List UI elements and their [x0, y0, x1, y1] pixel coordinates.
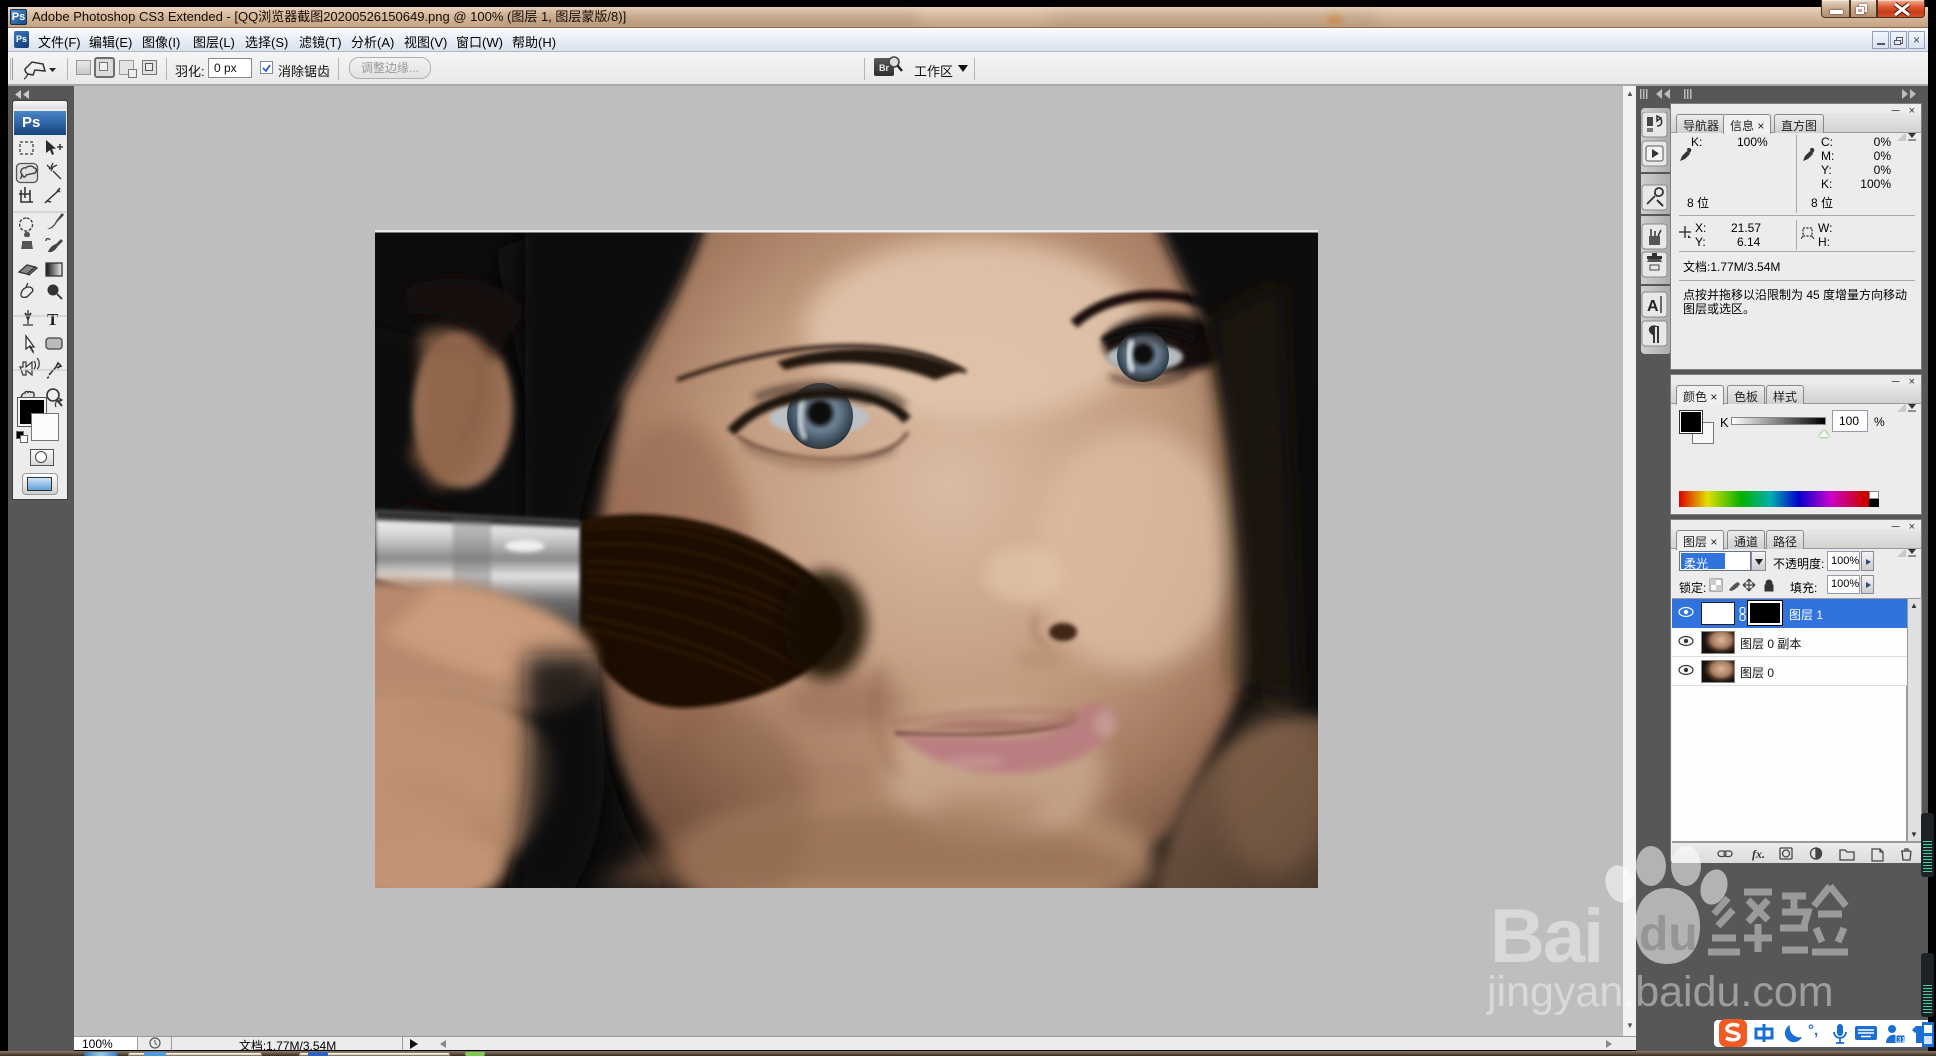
- svg-text:Bai: Bai: [1490, 894, 1602, 979]
- svg-text:A: A: [1647, 298, 1659, 315]
- svg-text:jingyan.baidu.com: jingyan.baidu.com: [1485, 968, 1834, 1016]
- svg-text:du: du: [1639, 908, 1698, 961]
- svg-text:31: 31: [1898, 1037, 1906, 1044]
- svg-text:T: T: [47, 310, 59, 329]
